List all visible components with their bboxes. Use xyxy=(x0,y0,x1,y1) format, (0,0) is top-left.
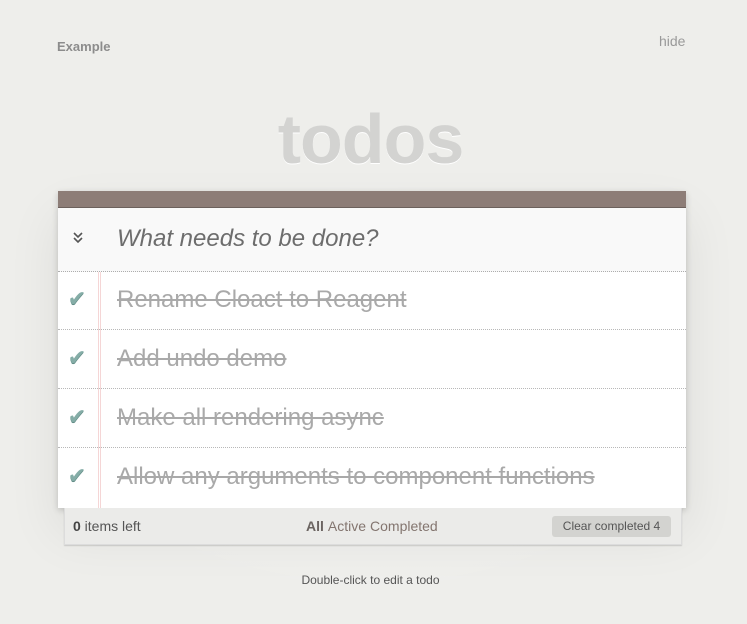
filter-active[interactable]: Active xyxy=(328,518,366,534)
filter-completed[interactable]: Completed xyxy=(370,518,438,534)
todo-app: ✔ Rename Cloact to Reagent ✔ Add undo de… xyxy=(58,191,686,508)
todo-count: 0 items left xyxy=(73,518,141,534)
double-chevron-down-icon xyxy=(73,232,83,244)
todo-item[interactable]: ✔ Add undo demo xyxy=(58,330,686,389)
app-title: todos xyxy=(277,100,465,178)
info-text: Double-click to edit a todo xyxy=(301,573,440,587)
todo-count-suffix: items left xyxy=(80,518,141,534)
todo-label[interactable]: Allow any arguments to component functio… xyxy=(117,464,595,490)
top-bar xyxy=(58,191,686,208)
hide-link[interactable]: hide xyxy=(659,33,685,49)
new-todo-row xyxy=(58,208,686,272)
todo-label[interactable]: Add undo demo xyxy=(117,346,286,372)
new-todo-input[interactable] xyxy=(117,219,657,259)
toggle-all-icon[interactable] xyxy=(66,230,90,250)
checkmark-icon[interactable]: ✔ xyxy=(65,286,89,312)
checkmark-icon[interactable]: ✔ xyxy=(65,345,89,371)
checkmark-icon[interactable]: ✔ xyxy=(65,463,89,489)
filter-all[interactable]: All xyxy=(306,518,324,534)
checkmark-icon[interactable]: ✔ xyxy=(65,404,89,430)
todo-count-number: 0 xyxy=(73,518,81,534)
clear-completed-button[interactable]: Clear completed 4 xyxy=(552,516,671,537)
todo-footer: 0 items left All Active Completed Clear co… xyxy=(64,508,682,545)
todo-item[interactable]: ✔ Rename Cloact to Reagent xyxy=(58,271,686,330)
filters: All Active Completed xyxy=(306,518,442,534)
todo-item[interactable]: ✔ Allow any arguments to component funct… xyxy=(58,448,686,506)
todo-item[interactable]: ✔ Make all rendering async xyxy=(58,389,686,448)
todo-label[interactable]: Rename Cloact to Reagent xyxy=(117,287,407,313)
example-label: Example xyxy=(57,39,111,54)
todo-label[interactable]: Make all rendering async xyxy=(117,405,384,431)
